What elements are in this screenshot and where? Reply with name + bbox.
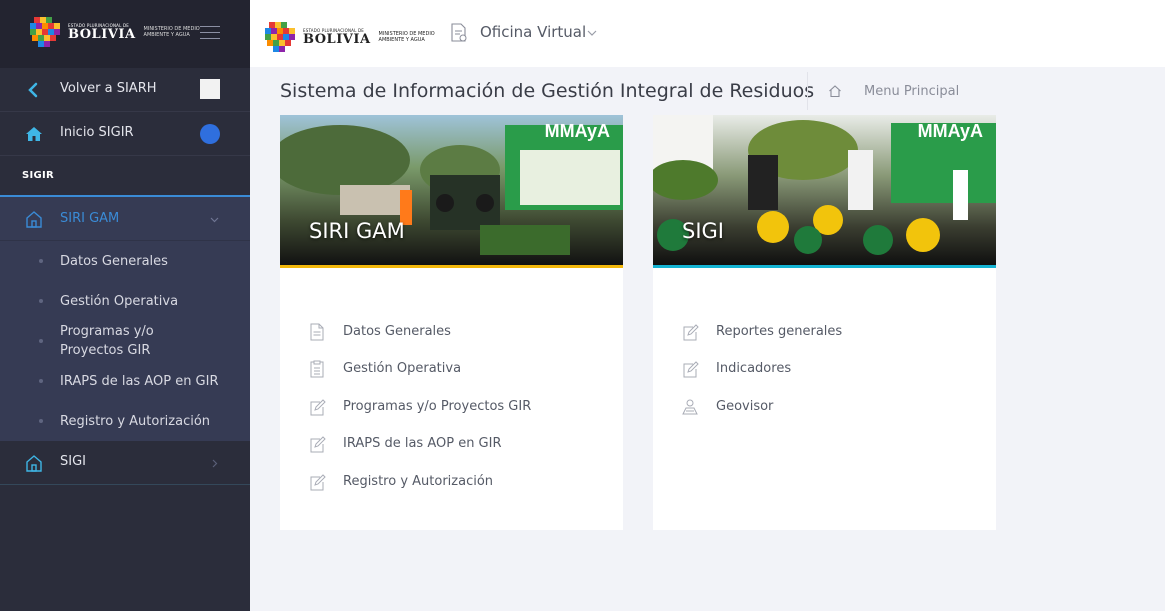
card-link-indicadores[interactable]: Indicadores	[653, 358, 996, 382]
mmaya-logo: MMAyA	[544, 121, 610, 141]
card-link-datos-generales[interactable]: Datos Generales	[280, 321, 623, 345]
brand-text: ESTADO PLURINACIONAL DE BOLIVIA	[68, 23, 136, 42]
edit-form-icon	[310, 474, 326, 491]
bullet	[39, 339, 43, 343]
edit-form-icon	[683, 361, 699, 378]
brand-text: ESTADO PLURINACIONAL DE BOLIVIA	[303, 28, 371, 47]
sidebar-item-sigi-label: SIGI	[60, 454, 86, 469]
sidebar-header: ESTADO PLURINACIONAL DE BOLIVIA MINISTER…	[0, 0, 250, 68]
edit-form-icon	[683, 324, 699, 341]
status-square	[200, 79, 220, 99]
house-outline-icon	[26, 211, 42, 228]
submenu-gestion-operativa[interactable]: Gestión Operativa	[60, 292, 178, 311]
bullet	[39, 379, 43, 383]
divider	[0, 240, 250, 241]
card-link-label: Programas y/o Proyectos GIR	[343, 399, 532, 414]
home-icon[interactable]	[828, 84, 842, 98]
card-title: SIGI	[682, 219, 724, 243]
sidebar-menu-siri-gam: SIRI GAM	[0, 195, 250, 441]
edit-form-icon	[310, 436, 326, 453]
divider	[807, 72, 808, 110]
card-link-registro[interactable]: Registro y Autorización	[280, 471, 623, 495]
sidebar-item-siri-gam[interactable]: SIRI GAM	[60, 211, 119, 226]
card-title: SIRI GAM	[309, 219, 405, 243]
sidebar-item-back-label: Volver a SIARH	[60, 81, 157, 96]
document-icon	[310, 323, 324, 341]
bolivia-logo[interactable]: ESTADO PLURINACIONAL DE BOLIVIA MINISTER…	[26, 13, 214, 51]
card-accent-bar	[653, 265, 996, 268]
brand-country: BOLIVIA	[68, 26, 136, 42]
sidebar-section-title: SIGIR	[22, 170, 55, 181]
card-sigi: MMAyA SIGI Reportes generales Indicadore…	[653, 115, 996, 530]
card-accent-bar	[280, 265, 623, 268]
card-link-geovisor[interactable]: Geovisor	[653, 396, 996, 420]
edit-form-icon	[310, 399, 326, 416]
card-link-label: IRAPS de las AOP en GIR	[343, 436, 502, 451]
card-link-iraps[interactable]: IRAPS de las AOP en GIR	[280, 433, 623, 457]
bullet	[39, 259, 43, 263]
house-outline-icon	[26, 455, 42, 472]
sidebar-item-home-label: Inicio SIGIR	[60, 125, 134, 140]
document-gear-icon[interactable]	[450, 23, 468, 43]
bullet	[39, 419, 43, 423]
bolivia-logo-top[interactable]: ESTADO PLURINACIONAL DE BOLIVIA MINISTER…	[261, 18, 449, 56]
home-icon	[26, 127, 42, 141]
card-link-gestion-operativa[interactable]: Gestión Operativa	[280, 358, 623, 382]
brand-ministry: MINISTERIO DE MEDIO AMBIENTE Y AGUA	[378, 31, 435, 43]
bolivia-seal-icon	[26, 13, 64, 51]
mmaya-logo: MMAyA	[917, 121, 983, 141]
card-link-programas[interactable]: Programas y/o Proyectos GIR	[280, 396, 623, 420]
card-siri-gam: MMAyA SIRI GAM Datos Generales Gestión O…	[280, 115, 623, 530]
bullet	[39, 299, 43, 303]
chevron-left-icon	[28, 82, 38, 98]
oficina-virtual-menu[interactable]: Oficina Virtual	[480, 23, 586, 41]
card-link-label: Registro y Autorización	[343, 474, 494, 489]
checklist-icon	[310, 360, 324, 378]
chevron-down-icon[interactable]	[210, 217, 219, 223]
page-title: Sistema de Información de Gestión Integr…	[280, 80, 815, 102]
sidebar-item-sigi[interactable]: SIGI	[0, 441, 250, 485]
submenu-iraps[interactable]: IRAPS de las AOP en GIR	[60, 372, 219, 391]
submenu-programas[interactable]: Programas y/o Proyectos GIR	[60, 322, 190, 360]
card-link-label: Geovisor	[716, 399, 774, 414]
map-user-icon	[682, 399, 698, 415]
card-link-label: Reportes generales	[716, 324, 843, 339]
card-link-label: Gestión Operativa	[343, 361, 462, 376]
menu-toggle-icon[interactable]	[200, 26, 220, 44]
status-dot	[200, 124, 220, 144]
chevron-right-icon	[212, 459, 218, 468]
bolivia-seal-icon	[261, 18, 299, 56]
top-bar: ESTADO PLURINACIONAL DE BOLIVIA MINISTER…	[250, 0, 1165, 67]
card-link-reportes[interactable]: Reportes generales	[653, 321, 996, 345]
breadcrumb[interactable]: Menu Principal	[864, 84, 959, 99]
submenu-datos-generales[interactable]: Datos Generales	[60, 252, 168, 271]
sidebar: ESTADO PLURINACIONAL DE BOLIVIA MINISTER…	[0, 0, 250, 611]
chevron-down-icon[interactable]	[587, 28, 597, 38]
submenu-registro[interactable]: Registro y Autorización	[60, 412, 210, 431]
card-link-label: Datos Generales	[343, 324, 451, 339]
brand-country: BOLIVIA	[303, 31, 371, 47]
card-link-label: Indicadores	[716, 361, 792, 376]
